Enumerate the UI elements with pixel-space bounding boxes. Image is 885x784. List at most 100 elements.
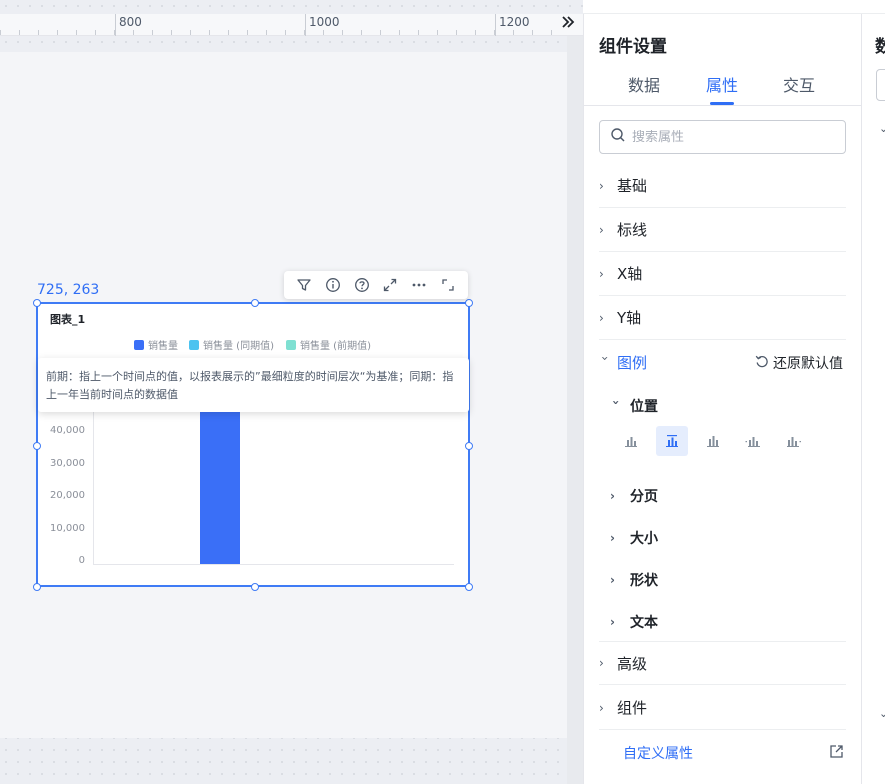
tab-data[interactable]: 数据 [628, 72, 660, 96]
chevron-down-icon[interactable]: ⌄ [879, 122, 885, 135]
legend-swatch [189, 339, 199, 350]
widget-title: 图表_1 [50, 313, 86, 326]
ruler-minor-tick [456, 30, 457, 35]
resize-handle-tl[interactable] [33, 299, 41, 307]
ruler-minor-tick [266, 30, 267, 35]
tab-properties[interactable]: 属性 [706, 72, 738, 96]
section-advanced[interactable]: › 高级 [599, 641, 846, 685]
ruler-minor-tick [76, 30, 77, 35]
ruler-major-tick [495, 14, 496, 36]
ruler-minor-tick [247, 30, 248, 35]
chevron-right-icon: › [610, 489, 615, 503]
section-yaxis[interactable]: › Y轴 [599, 296, 846, 340]
component-settings-panel: 组件设置 数据 属性 交互 ›基础 ›标线 ›X轴 ›Y轴 ›图例 还原默认值 … [583, 14, 861, 784]
resize-handle-t[interactable] [251, 299, 259, 307]
resize-handle-bl[interactable] [33, 583, 41, 591]
sub-position[interactable]: › 位置 [609, 396, 658, 416]
legend-swatch [286, 339, 296, 350]
ruler-minor-tick [361, 30, 362, 35]
chevron-right-icon: › [599, 656, 604, 670]
legend-pos-inline-right-icon[interactable] [778, 426, 810, 456]
fullscreen-icon[interactable] [438, 275, 458, 295]
secondary-panel: 数 ⌄ ⌄ [861, 14, 885, 784]
legend-item[interactable]: 销售量 (前期值) [286, 337, 371, 352]
bar-sales[interactable] [200, 410, 240, 564]
chevron-down-icon: › [598, 356, 612, 361]
legend-pos-right-icon[interactable] [697, 426, 729, 456]
double-chevron-right-icon[interactable] [561, 15, 575, 33]
ruler-label: 1200 [499, 15, 530, 29]
section-basic[interactable]: › 基础 [599, 164, 846, 208]
y-tick-label: 20,000 [50, 490, 85, 501]
sub-shape[interactable]: › 形状 [610, 570, 658, 590]
external-edit-icon[interactable] [829, 744, 844, 763]
ruler-minor-tick [133, 30, 134, 35]
comparison-tooltip: 前期：指上一个时间点的值，以报表展示的”最细粒度的时间层次“为基准；同期：指上一… [38, 358, 469, 412]
vertical-scrollbar[interactable] [567, 36, 583, 784]
legend-pos-center-icon[interactable] [656, 426, 688, 456]
widget-coordinates: 725, 263 [37, 282, 100, 298]
search-input[interactable] [632, 129, 832, 145]
expand-icon[interactable] [380, 275, 400, 295]
chevron-right-icon: › [610, 573, 615, 587]
section-component[interactable]: › 组件 [599, 686, 846, 730]
ruler-minor-tick [152, 30, 153, 35]
chevron-right-icon: › [599, 700, 604, 715]
ruler-minor-tick [95, 30, 96, 35]
more-icon[interactable] [409, 275, 429, 295]
search-icon [610, 127, 626, 147]
chevron-right-icon: › [610, 531, 615, 545]
ruler-minor-tick [285, 30, 286, 35]
ruler-label: 1000 [309, 15, 340, 29]
ruler-minor-tick [0, 30, 1, 35]
section-markline[interactable]: › 标线 [599, 208, 846, 252]
ruler-minor-tick [228, 30, 229, 35]
search-box[interactable] [599, 120, 846, 154]
sub-paging[interactable]: › 分页 [610, 486, 658, 506]
tabs-divider [584, 105, 861, 106]
filter-icon[interactable] [294, 275, 314, 295]
resize-handle-tr[interactable] [465, 299, 473, 307]
help-icon[interactable] [352, 275, 372, 295]
ruler-minor-tick [437, 30, 438, 35]
ruler-minor-tick [57, 30, 58, 35]
legend-pos-left-icon[interactable] [615, 426, 647, 456]
ruler-minor-tick [19, 30, 20, 35]
ruler-label: 800 [119, 15, 142, 29]
legend-swatch [134, 339, 144, 350]
resize-handle-b[interactable] [251, 583, 259, 591]
ruler-minor-tick [114, 30, 115, 35]
ruler-minor-tick [475, 30, 476, 35]
chevron-right-icon: › [599, 222, 604, 237]
chart-widget[interactable]: 图表_1 销售量 销售量 (同期值) 销售量 (前期值) 40,000 30,0… [33, 299, 473, 591]
resize-handle-r[interactable] [465, 442, 473, 450]
legend-item[interactable]: 销售量 (同期值) [189, 337, 274, 352]
legend-pos-inline-left-icon[interactable] [737, 426, 769, 456]
secondary-panel-input[interactable] [876, 69, 885, 101]
ruler-minor-tick [171, 30, 172, 35]
section-xaxis[interactable]: › X轴 [599, 252, 846, 296]
ruler-minor-tick [513, 30, 514, 35]
ruler-major-tick [305, 14, 306, 36]
info-icon[interactable] [323, 275, 343, 295]
restore-default-button[interactable]: 还原默认值 [755, 353, 843, 373]
ruler-minor-tick [532, 30, 533, 35]
resize-handle-l[interactable] [33, 442, 41, 450]
tab-interaction[interactable]: 交互 [783, 72, 815, 96]
chevron-down-icon: › [609, 400, 623, 405]
undo-icon [755, 354, 769, 372]
panel-title: 组件设置 [599, 37, 667, 57]
y-axis [93, 410, 94, 565]
sub-size[interactable]: › 大小 [610, 528, 658, 548]
horizontal-ruler: 800 1000 1200 [0, 14, 583, 36]
ruler-minor-tick [418, 30, 419, 35]
y-tick-label: 0 [78, 555, 85, 566]
chevron-down-icon[interactable]: ⌄ [879, 707, 885, 720]
sub-text[interactable]: › 文本 [610, 612, 658, 632]
y-tick-label: 40,000 [50, 425, 85, 436]
resize-handle-br[interactable] [465, 583, 473, 591]
ruler-minor-tick [551, 30, 552, 35]
x-axis [93, 564, 454, 565]
custom-attribute-link[interactable]: 自定义属性 [623, 743, 693, 763]
legend-item[interactable]: 销售量 [134, 337, 178, 352]
